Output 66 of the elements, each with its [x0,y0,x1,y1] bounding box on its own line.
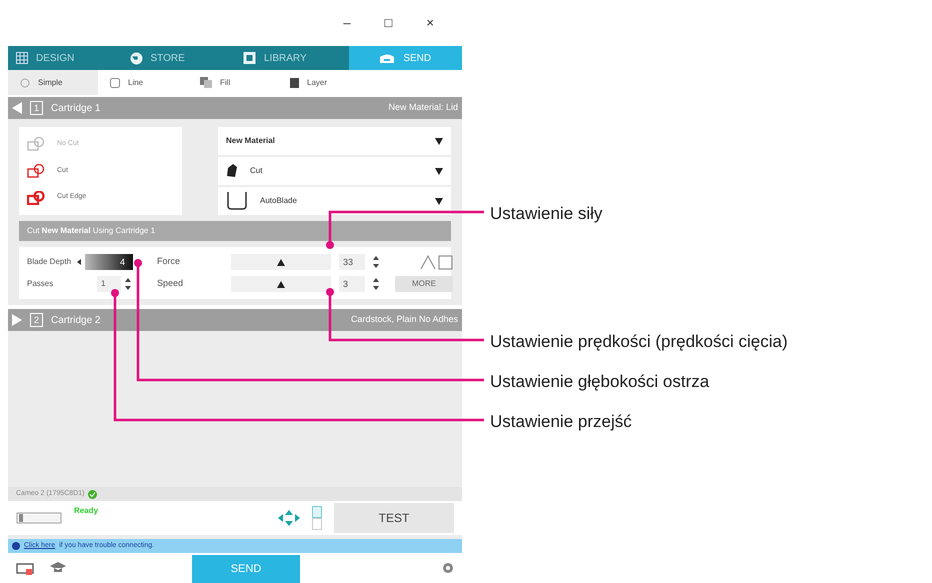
grid-icon [16,52,28,64]
library-icon [243,52,256,64]
circle-icon [20,78,30,88]
collapse-arrow-icon[interactable] [12,102,22,114]
dropdown-arrow-icon[interactable] [435,198,443,204]
printer-icon [379,52,396,64]
spinner-arrows-icon[interactable] [373,277,379,291]
dropdown-arrow-icon[interactable] [435,138,443,144]
graduation-cap-icon[interactable] [50,561,66,575]
setting-label: Speed [157,277,184,290]
cut-summary-bar: Cut New Material Using Cartridge 1 [19,221,451,241]
cartridge-number: 2 [30,313,43,327]
dropdown-arrow-icon[interactable] [435,168,443,174]
mode-tab[interactable]: Fill [188,70,278,95]
cut-edge-icon [27,190,45,205]
value-field[interactable]: 33 [339,254,365,270]
callout-label: Ustawienie głębokości ostrza [490,371,710,393]
cartridge-title: Cartridge 1 [51,102,100,116]
minimize-button[interactable]: – [339,13,355,33]
move-arrows-icon[interactable] [278,510,300,526]
slider-track[interactable] [231,276,331,292]
maximize-button[interactable]: □ [380,13,396,33]
value-field[interactable]: 1 [97,276,121,292]
setting-label: Blade Depth [27,256,72,268]
cartridge-title: Cartridge 2 [51,314,100,328]
dropdown-field[interactable]: Cut [218,157,451,185]
material-label: Cardstock, Plain No Adhes [350,313,458,326]
callout-label: Ustawienie siły [490,203,602,225]
slider-thumb[interactable] [277,259,285,266]
cutter-machine-icon [16,511,62,525]
callout-label: Ustawienie przejść [490,411,632,433]
layer-icon [290,78,299,88]
expand-arrow-icon[interactable] [12,314,22,326]
spinner-arrows-icon[interactable] [373,255,379,269]
dropdown-field[interactable]: AutoBlade [218,187,451,215]
cut-shape-icon [27,164,45,178]
status-text: Ready [74,505,98,517]
test-button[interactable]: TEST [334,503,454,533]
blade-depth-selector[interactable]: 4 [85,254,133,270]
value-field[interactable]: 3 [339,276,365,292]
fill-icon [200,77,212,88]
callout-label: Ustawienie prędkości (prędkości cięcia) [490,331,788,353]
settings-icon[interactable] [442,562,454,574]
blade-holder-icon [226,164,238,178]
setting-label: Force [157,255,182,268]
shape-outline-icon [27,137,45,152]
blade-icon [226,190,248,212]
slider-track[interactable] [231,254,331,270]
mat-icon [312,506,322,530]
material-label: New Material: Lid [388,101,458,114]
cartridge-number: 1 [30,101,43,115]
dropdown-field[interactable]: New Material [218,127,451,155]
slider-thumb[interactable] [277,281,285,288]
setting-label: Passes [27,278,54,290]
square-icon [110,78,120,88]
spinner-arrows-icon[interactable] [125,277,131,291]
decrease-arrow-icon[interactable] [77,259,81,265]
mode-tab[interactable]: Line [98,70,188,95]
shape-tool-icon[interactable] [419,254,453,270]
more-button[interactable]: MORE [395,276,453,292]
mode-tab[interactable]: Simple [8,70,98,95]
globe-icon [130,52,142,64]
mode-tab[interactable]: Layer [278,70,368,95]
info-icon [12,542,20,550]
check-icon [88,490,98,498]
close-button[interactable]: × [422,13,438,33]
